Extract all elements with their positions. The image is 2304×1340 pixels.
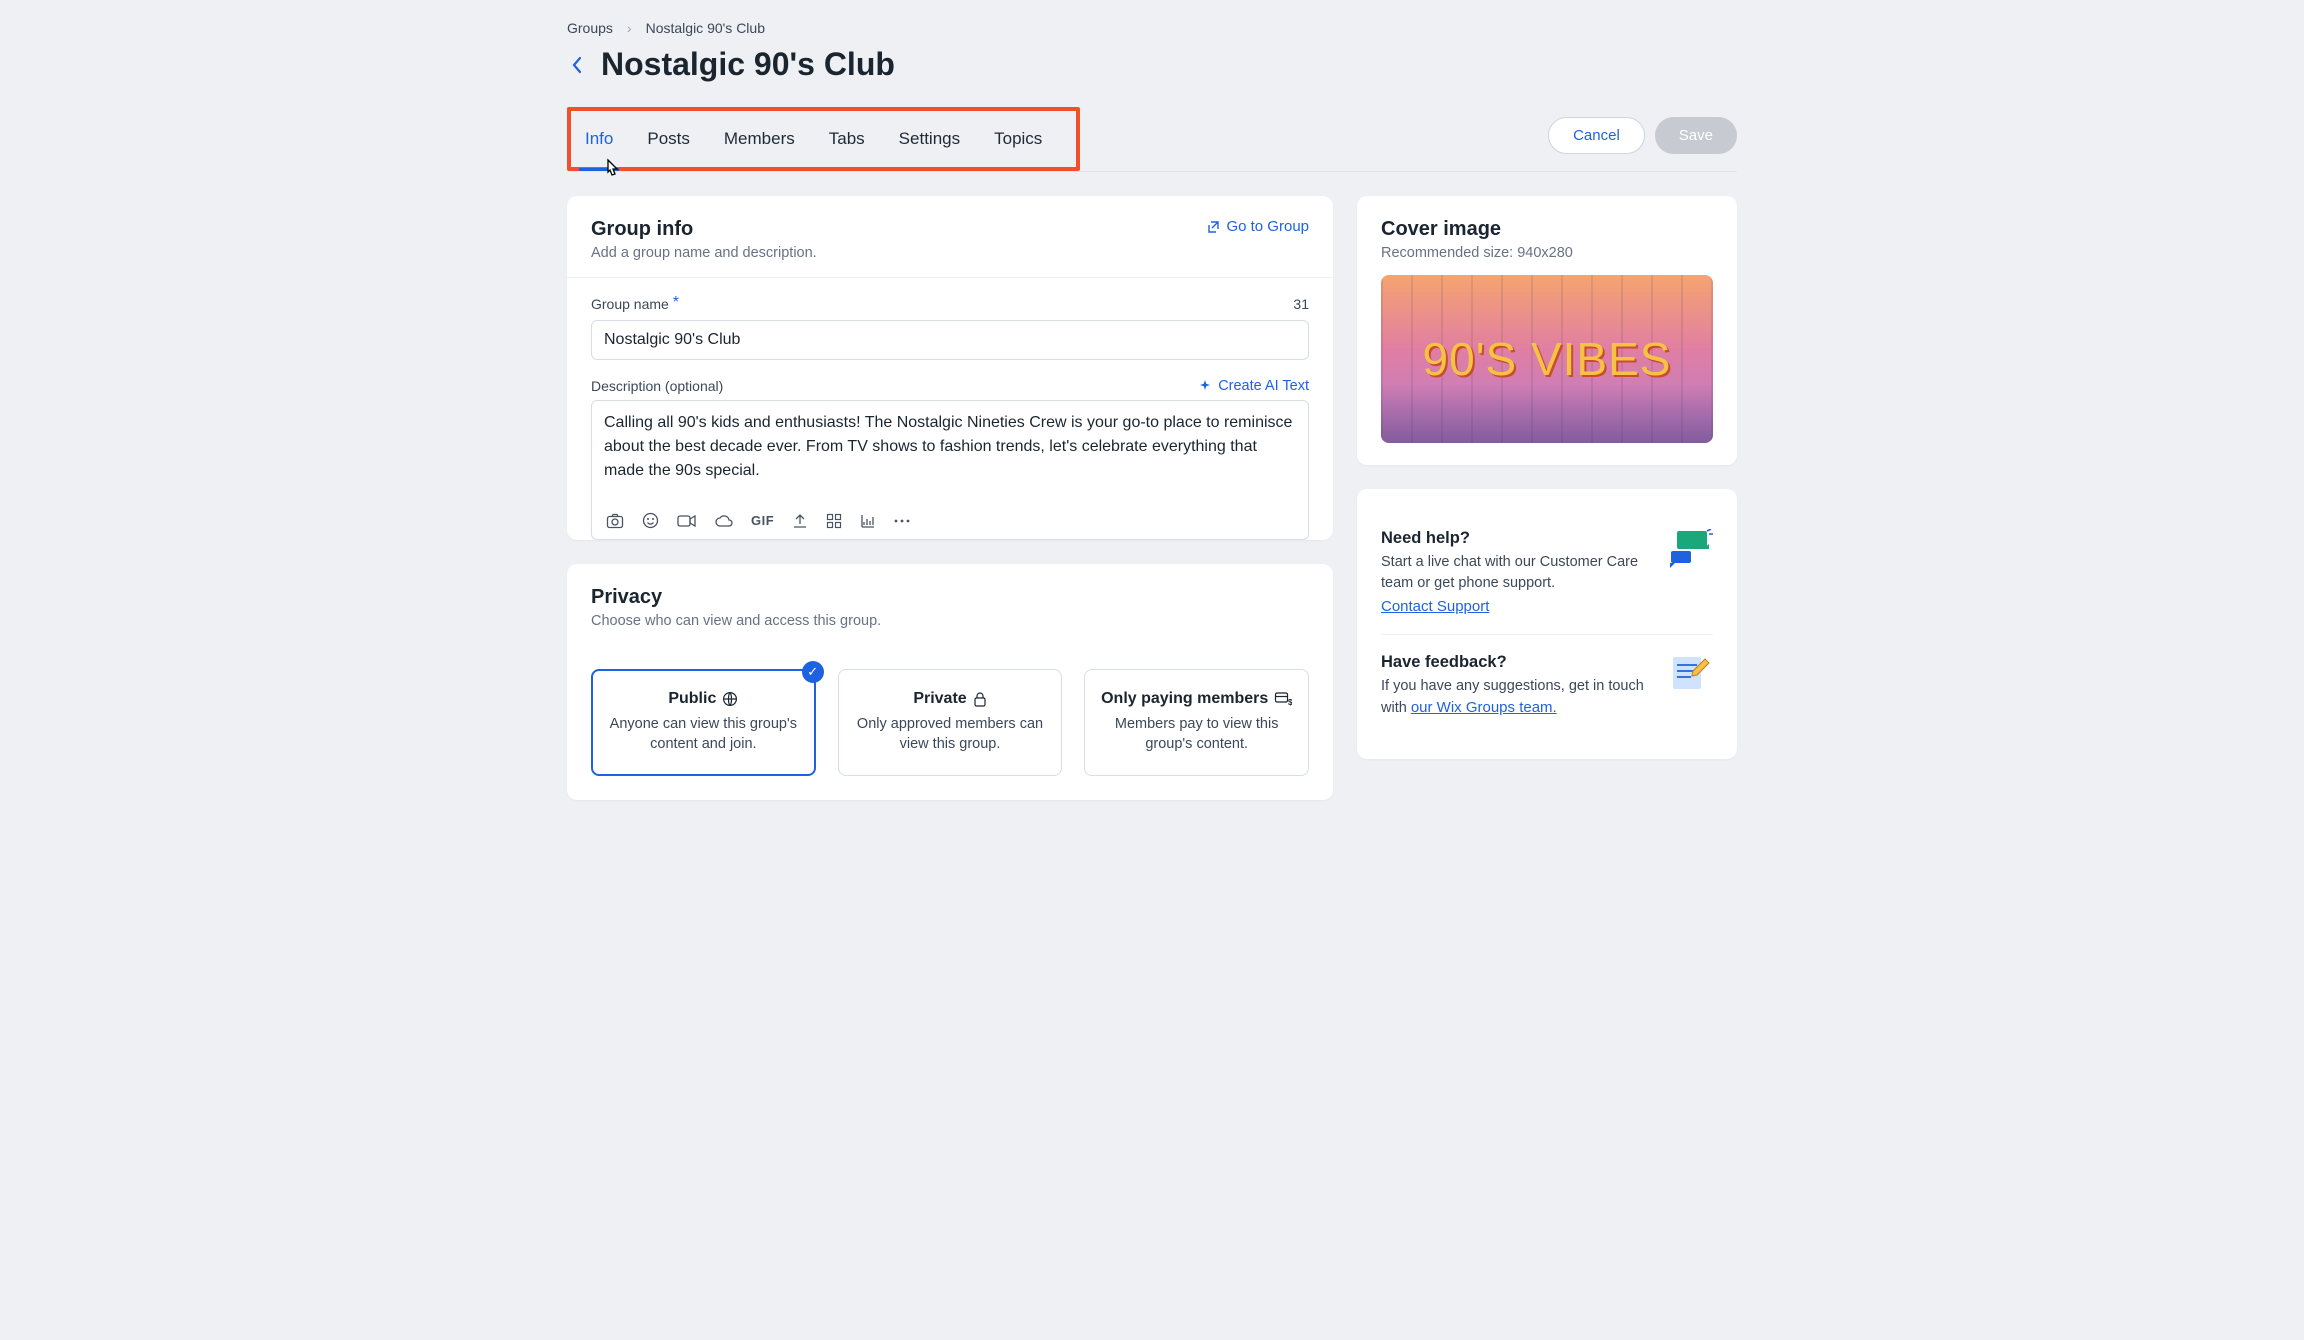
pointer-cursor-icon (601, 157, 625, 185)
upload-icon[interactable] (792, 513, 808, 529)
page-title: Nostalgic 90's Club (601, 46, 895, 83)
help-heading: Need help? (1381, 529, 1651, 548)
back-chevron-icon[interactable] (567, 55, 587, 75)
chart-icon[interactable] (860, 513, 876, 529)
feedback-body: If you have any suggestions, get in touc… (1381, 676, 1651, 719)
group-name-charcount: 31 (1293, 296, 1309, 314)
video-icon[interactable] (677, 514, 696, 528)
rich-text-toolbar: GIF (592, 502, 1308, 539)
breadcrumb-current: Nostalgic 90's Club (646, 20, 765, 36)
support-card: Need help? Start a live chat with our Cu… (1357, 489, 1737, 759)
required-asterisk-icon: * (673, 294, 679, 311)
svg-text:$: $ (1288, 698, 1292, 707)
cover-image-card: Cover image Recommended size: 940x280 90… (1357, 196, 1737, 465)
external-link-icon (1206, 220, 1220, 234)
gif-icon[interactable]: GIF (751, 513, 774, 528)
tabs-highlight-box: Info Posts Members Tabs Settings Topics (567, 107, 1080, 171)
cover-heading: Cover image (1381, 218, 1713, 241)
privacy-option-private[interactable]: Private Only approved members can view t… (838, 669, 1063, 776)
lock-icon (973, 691, 987, 707)
emoji-icon[interactable] (642, 512, 659, 529)
privacy-heading: Privacy (591, 586, 1309, 609)
privacy-option-public[interactable]: ✓ Public Anyone can view this group's co… (591, 669, 816, 776)
wix-groups-team-link[interactable]: our Wix Groups team. (1411, 697, 1557, 719)
grid-icon[interactable] (826, 513, 842, 529)
cancel-button[interactable]: Cancel (1548, 117, 1645, 154)
group-info-card: Group info Add a group name and descript… (567, 196, 1333, 540)
tab-posts[interactable]: Posts (647, 129, 690, 149)
cover-subtext: Recommended size: 940x280 (1381, 245, 1713, 261)
privacy-card: Privacy Choose who can view and access t… (567, 564, 1333, 800)
save-button[interactable]: Save (1655, 117, 1737, 154)
group-name-label: Group name (591, 296, 669, 312)
contact-support-link[interactable]: Contact Support (1381, 598, 1489, 615)
camera-icon[interactable] (606, 513, 624, 529)
tab-settings[interactable]: Settings (899, 129, 960, 149)
breadcrumb-root[interactable]: Groups (567, 20, 613, 36)
create-ai-text-link[interactable]: Create AI Text (1198, 378, 1309, 394)
tab-tabs[interactable]: Tabs (829, 129, 865, 149)
go-to-group-link[interactable]: Go to Group (1206, 218, 1309, 235)
cover-image-preview[interactable]: 90'S VIBES (1381, 275, 1713, 443)
group-name-input[interactable] (591, 320, 1309, 360)
notepad-pencil-icon (1665, 653, 1713, 719)
privacy-option-paying[interactable]: Only paying members $ Members pay to vie… (1084, 669, 1309, 776)
privacy-subtext: Choose who can view and access this grou… (591, 613, 1309, 629)
chevron-right-icon: › (627, 20, 632, 36)
feedback-heading: Have feedback? (1381, 653, 1651, 672)
check-icon: ✓ (802, 661, 824, 683)
description-textarea[interactable]: Calling all 90's kids and enthusiasts! T… (592, 401, 1308, 497)
more-icon[interactable] (894, 519, 910, 523)
globe-icon (722, 691, 738, 707)
paid-card-icon: $ (1274, 691, 1292, 707)
breadcrumb: Groups › Nostalgic 90's Club (567, 20, 1737, 36)
tab-members[interactable]: Members (724, 129, 795, 149)
tab-topics[interactable]: Topics (994, 129, 1042, 149)
description-label: Description (optional) (591, 378, 723, 394)
sparkle-icon (1198, 379, 1212, 393)
cover-banner-text: 90'S VIBES (1423, 332, 1672, 386)
help-body: Start a live chat with our Customer Care… (1381, 552, 1651, 594)
group-info-subtext: Add a group name and description. (591, 245, 817, 261)
tab-info[interactable]: Info (585, 129, 613, 149)
group-info-heading: Group info (591, 218, 817, 241)
cloud-icon[interactable] (714, 514, 733, 528)
chat-bubbles-icon (1665, 529, 1713, 616)
